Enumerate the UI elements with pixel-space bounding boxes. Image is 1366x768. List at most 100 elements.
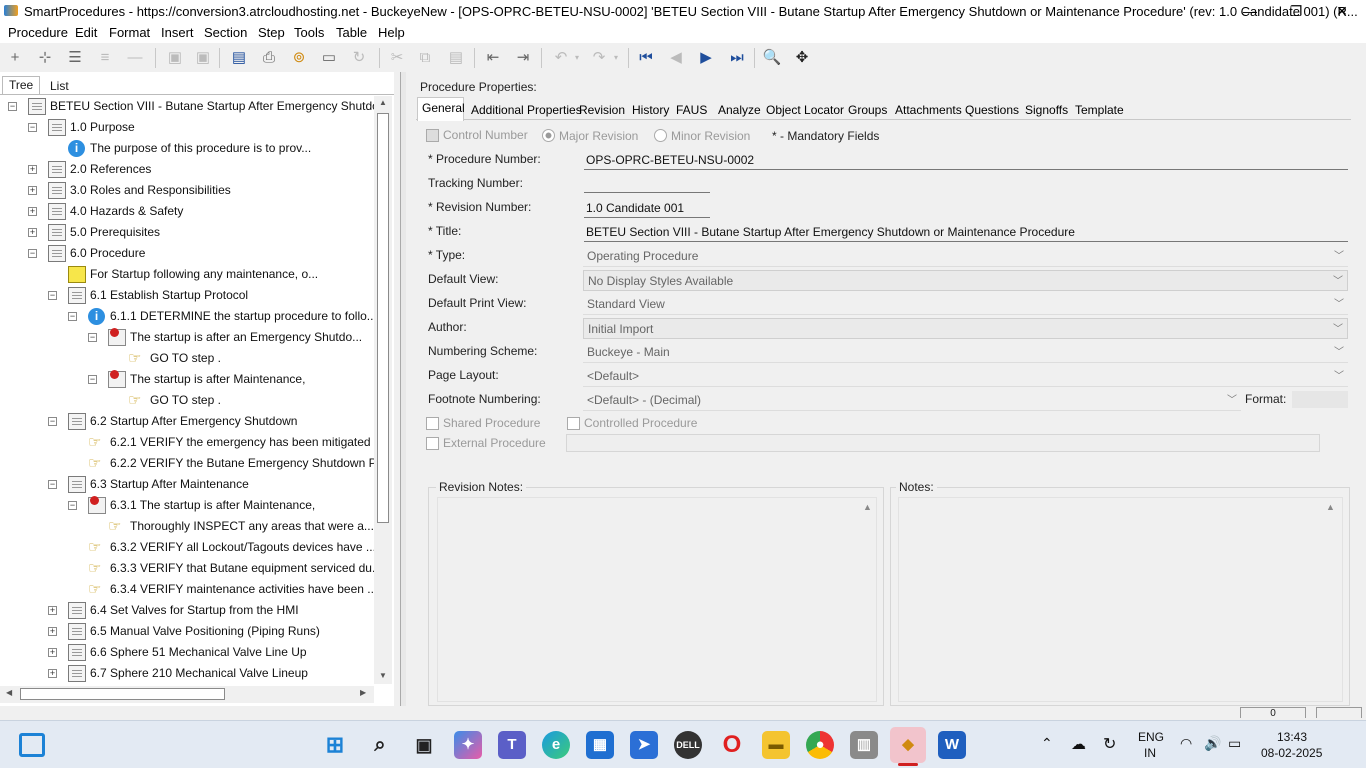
tree-node[interactable]: − BETEU Section VIII - Butane Startup Aft…	[0, 96, 374, 117]
paste-icon[interactable]: ▤	[446, 48, 466, 68]
collapse-icon[interactable]: −	[88, 375, 97, 384]
tab-tree[interactable]: Tree	[2, 76, 41, 94]
scroll-thumb[interactable]	[377, 113, 389, 523]
shared-procedure-checkbox[interactable]	[426, 417, 439, 430]
tree-node[interactable]: ☞ GO TO step .	[0, 390, 374, 411]
add-child-icon[interactable]: ⊹	[35, 48, 55, 68]
scroll-up-icon[interactable]: ▲	[863, 502, 872, 512]
clock-date[interactable]: 08-02-2025	[1261, 746, 1322, 760]
tree-node[interactable]: − 6.1 Establish Startup Protocol	[0, 285, 374, 306]
scroll-up-icon[interactable]: ▲	[1326, 502, 1335, 512]
external-procedure-field[interactable]	[566, 434, 1320, 452]
tree-node[interactable]: − i 6.1.1 DETERMINE the startup procedure …	[0, 306, 374, 327]
expand-icon[interactable]: +	[28, 165, 37, 174]
export-icon[interactable]: ▤	[229, 48, 249, 68]
tab-analyze[interactable]: Analyze	[718, 103, 761, 117]
tab-signoffs[interactable]: Signoffs	[1025, 103, 1068, 117]
menu-edit[interactable]: Edit	[75, 25, 97, 40]
menu-format[interactable]: Format	[109, 25, 150, 40]
volume-icon[interactable]: 🔊	[1204, 735, 1221, 752]
copy-icon[interactable]: ⧉	[415, 48, 435, 68]
restore-button[interactable]: ❐	[1273, 0, 1319, 23]
smartprocedures-icon[interactable]: ◆	[890, 727, 926, 763]
revision-number-field[interactable]: 1.0 Candidate 001	[584, 201, 684, 215]
tab-groups[interactable]: Groups	[848, 103, 887, 117]
menu-tools[interactable]: Tools	[294, 25, 324, 40]
chevron-up-icon[interactable]: ⌃	[1041, 735, 1053, 752]
expand-icon[interactable]: +	[48, 669, 57, 678]
language-line2[interactable]: IN	[1144, 746, 1156, 760]
menu-procedure[interactable]: Procedure	[8, 25, 68, 40]
collapse-icon[interactable]: −	[68, 312, 77, 321]
tree-node[interactable]: − The startup is after Maintenance,	[0, 369, 374, 390]
tab-attachments[interactable]: Attachments	[895, 103, 962, 117]
collapse-icon[interactable]: −	[88, 333, 97, 342]
outdent-icon[interactable]: ⇤	[483, 48, 503, 68]
network-status-icon[interactable]: ☁	[1071, 735, 1086, 753]
collapse-icon[interactable]: −	[8, 102, 17, 111]
collapse-icon[interactable]: −	[48, 417, 57, 426]
power-automate-icon[interactable]: ➤	[630, 731, 658, 759]
tree-horizontal-scrollbar[interactable]: ◀ ▶	[0, 686, 374, 703]
tab-template[interactable]: Template	[1075, 103, 1124, 117]
tree-node[interactable]: − 6.3 Startup After Maintenance	[0, 474, 374, 495]
indent-icon[interactable]: ≡	[95, 48, 115, 68]
collapse-icon[interactable]: −	[48, 291, 57, 300]
tree-node[interactable]: ☞ GO TO step .	[0, 348, 374, 369]
menu-section[interactable]: Section	[204, 25, 247, 40]
tree-node[interactable]: +4.0 Hazards & Safety	[0, 201, 374, 222]
tree-node[interactable]: ☞ 6.3.4 VERIFY maintenance activities hav…	[0, 579, 374, 600]
start-icon[interactable]: ⊞	[321, 731, 349, 759]
frame-icon[interactable]: ▭	[319, 48, 339, 68]
list-icon[interactable]: ☰	[65, 48, 85, 68]
teams-icon[interactable]: T	[498, 731, 526, 759]
menu-help[interactable]: Help	[378, 25, 405, 40]
expand-icon[interactable]: +	[28, 228, 37, 237]
widgets-icon[interactable]	[19, 733, 45, 757]
expand-icon[interactable]: +	[48, 627, 57, 636]
dell-icon[interactable]: DELL	[674, 731, 702, 759]
undo-dropdown-icon[interactable]: ▾	[567, 48, 587, 68]
tab-history[interactable]: History	[632, 103, 669, 117]
tree-node[interactable]: ☞ 6.2.1 VERIFY the emergency has been mit…	[0, 432, 374, 453]
expand-icon[interactable]: +	[28, 186, 37, 195]
default-view-select[interactable]: No Display Styles Available ﹀	[583, 270, 1348, 291]
scroll-up-icon[interactable]: ▲	[379, 98, 387, 107]
refresh-icon[interactable]: ↻	[349, 48, 369, 68]
menu-insert[interactable]: Insert	[161, 25, 194, 40]
tab-questions[interactable]: Questions	[965, 103, 1019, 117]
notes-textarea[interactable]	[898, 497, 1343, 702]
save-icon[interactable]: ▣	[165, 48, 185, 68]
procedure-tree[interactable]: − BETEU Section VIII - Butane Startup Aft…	[0, 96, 374, 684]
find-icon[interactable]: 🔍	[762, 48, 782, 68]
app-icon[interactable]: ▥	[850, 731, 878, 759]
sync-icon[interactable]: ↻	[1103, 734, 1116, 754]
tree-node[interactable]: +6.5 Manual Valve Positioning (Piping Ru…	[0, 621, 374, 642]
expand-icon[interactable]: +	[28, 207, 37, 216]
save-all-icon[interactable]: ▣	[193, 48, 213, 68]
tab-revision[interactable]: Revision	[579, 103, 625, 117]
numbering-scheme-select[interactable]: Buckeye - Main ﹀	[583, 342, 1348, 363]
tree-node[interactable]: i The purpose of this procedure is to pro…	[0, 138, 374, 159]
first-icon[interactable]: ⏮	[636, 48, 656, 68]
format-field[interactable]	[1292, 391, 1348, 408]
battery-icon[interactable]: ▭	[1228, 735, 1241, 752]
next-icon[interactable]: ▶	[696, 48, 716, 68]
footnote-numbering-select[interactable]: <Default> - (Decimal) ﹀	[583, 390, 1241, 411]
last-icon[interactable]: ⏭	[727, 48, 747, 68]
collapse-icon[interactable]: −	[48, 480, 57, 489]
procedure-number-field[interactable]: OPS-OPRC-BETEU-NSU-0002	[584, 153, 754, 167]
tab-general[interactable]: General	[422, 101, 465, 115]
tree-node[interactable]: − 1.0 Purpose	[0, 117, 374, 138]
link-icon[interactable]: ⊚	[289, 48, 309, 68]
menu-table[interactable]: Table	[336, 25, 367, 40]
clock-time[interactable]: 13:43	[1277, 730, 1307, 744]
tab-object-locator[interactable]: Object Locator	[766, 103, 844, 117]
previous-icon[interactable]: ◀	[666, 48, 686, 68]
author-select[interactable]: Initial Import ﹀	[583, 318, 1348, 339]
tree-node[interactable]: ☞ 6.2.2 VERIFY the Butane Emergency Shutd…	[0, 453, 374, 474]
cut-icon[interactable]: ✂	[387, 48, 407, 68]
copilot-icon[interactable]: ✦	[454, 731, 482, 759]
default-print-view-select[interactable]: Standard View ﹀	[583, 294, 1348, 315]
tree-node[interactable]: − The startup is after an Emergency Shutd…	[0, 327, 374, 348]
